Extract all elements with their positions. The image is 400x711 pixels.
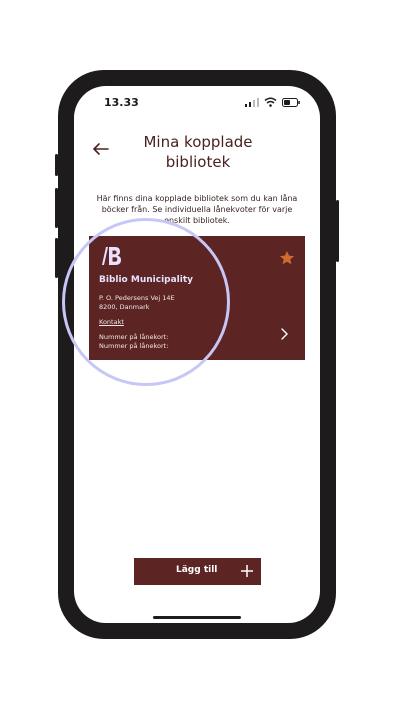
contact-link[interactable]: Kontakt (99, 318, 124, 326)
signal-icon (245, 97, 259, 107)
library-card[interactable]: Biblio Municipality P. O. Pedersens Vej … (89, 236, 305, 360)
phone-volume-down (55, 238, 58, 278)
status-time: 13.33 (104, 96, 139, 109)
phone-volume-up (55, 188, 58, 228)
plus-icon (241, 565, 253, 577)
library-address: P. O. Pedersens Vej 14E 8200, Danmark (99, 294, 175, 312)
chevron-right-icon[interactable] (279, 327, 289, 341)
back-arrow-icon[interactable] (90, 138, 112, 160)
phone-side-button (55, 154, 58, 176)
address-line-2: 8200, Danmark (99, 303, 150, 311)
add-library-button[interactable]: Lägg till (134, 558, 261, 585)
status-bar: 13.33 (74, 86, 320, 120)
page-title: Mina kopplade bibliotek (143, 133, 253, 171)
address-line-1: P. O. Pedersens Vej 14E (99, 294, 175, 302)
phone-power-button (336, 200, 339, 262)
home-indicator (153, 616, 241, 619)
status-icons (245, 97, 300, 107)
add-button-label: Lägg till (176, 565, 218, 575)
card-number-label-1: Nummer på lånekort: (99, 333, 169, 341)
wifi-icon (264, 97, 277, 107)
card-number-label-2: Nummer på lånekort: (99, 342, 169, 350)
biblio-logo-icon (102, 247, 121, 265)
favorite-star-icon[interactable] (279, 250, 295, 266)
library-name: Biblio Municipality (99, 275, 194, 285)
app-screen: 13.33 Mina kopplade bibliotek Här finns … (74, 86, 320, 623)
battery-icon (282, 97, 300, 107)
intro-text: Här finns dina kopplade bibliotek som du… (96, 194, 298, 225)
